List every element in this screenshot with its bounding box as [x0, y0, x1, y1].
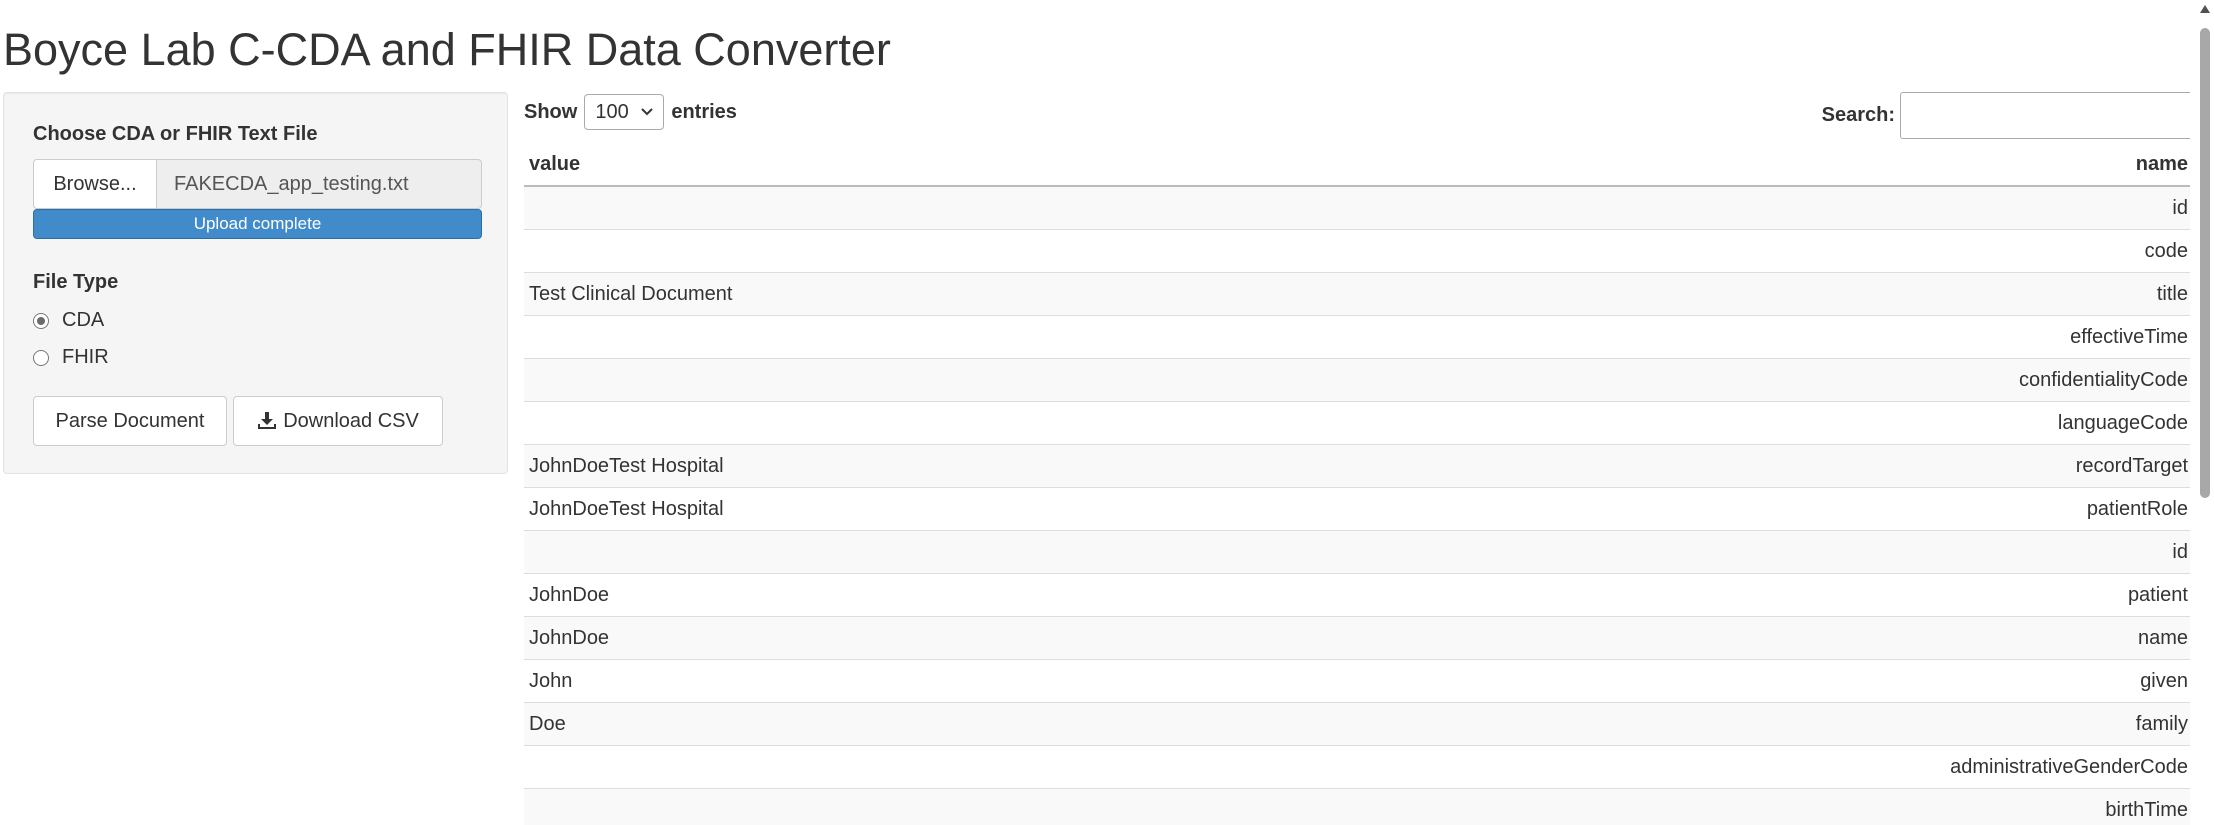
- page-scrollbar[interactable]: [2196, 0, 2214, 825]
- table-row: id: [524, 531, 2190, 574]
- chevron-down-icon: [641, 108, 654, 116]
- cell-value: John: [529, 669, 573, 692]
- table-row: JohnDoeTest Hospital patientRole: [524, 488, 2190, 531]
- cell-value: JohnDoeTest Hospital: [529, 497, 724, 520]
- search-label: Search:: [1821, 104, 1895, 126]
- entries-select-value: 100: [595, 100, 629, 123]
- cell-value: JohnDoeTest Hospital: [529, 454, 724, 477]
- cell-name: id: [2172, 196, 2188, 219]
- cell-name: confidentialityCode: [2019, 368, 2188, 391]
- cell-value: Doe: [529, 712, 566, 735]
- file-input-group: Browse... FAKECDA_app_testing.txt: [33, 159, 482, 209]
- file-input-label: Choose CDA or FHIR Text File: [33, 123, 318, 145]
- table-row: confidentialityCode: [524, 359, 2190, 402]
- table-row: effectiveTime: [524, 316, 2190, 359]
- radio-option-fhir[interactable]: FHIR: [33, 346, 109, 369]
- table-row: JohnDoe patient: [524, 574, 2190, 617]
- cell-value: JohnDoe: [529, 583, 610, 606]
- table-row: Doe family: [524, 703, 2190, 746]
- parse-document-label: Parse Document: [55, 409, 205, 432]
- table-row: Test Clinical Document title: [524, 273, 2190, 316]
- cell-name: languageCode: [2057, 411, 2188, 434]
- page-title: Boyce Lab C-CDA and FHIR Data Converter: [3, 24, 891, 75]
- cell-name: code: [2144, 239, 2188, 262]
- cell-name: administrativeGenderCode: [1950, 755, 2188, 778]
- table-header: value name: [524, 144, 2190, 187]
- radio-option-cda[interactable]: CDA: [33, 309, 104, 332]
- upload-status: Upload complete: [193, 214, 322, 233]
- file-type-label: File Type: [33, 271, 119, 293]
- table-search: Search:: [1822, 92, 2190, 139]
- column-header-value[interactable]: value: [529, 153, 580, 176]
- entries-length-control: Show 100 entries: [524, 94, 737, 130]
- table-row: code: [524, 230, 2190, 273]
- cell-name: patient: [2127, 583, 2188, 606]
- sidebar-panel: Choose CDA or FHIR Text File Browse... F…: [3, 92, 508, 474]
- parse-document-button[interactable]: Parse Document: [33, 396, 227, 446]
- cell-name: name: [2137, 626, 2188, 649]
- table-row: JohnDoeTest Hospital recordTarget: [524, 445, 2190, 488]
- download-csv-label: Download CSV: [283, 409, 419, 432]
- table-row: administrativeGenderCode: [524, 746, 2190, 789]
- entries-label: entries: [671, 100, 737, 123]
- table-row: John given: [524, 660, 2190, 703]
- cell-name: birthTime: [2105, 798, 2188, 821]
- file-name-field: FAKECDA_app_testing.txt: [157, 159, 482, 209]
- cell-name: patientRole: [2086, 497, 2188, 520]
- column-header-name[interactable]: name: [2136, 153, 2188, 176]
- radio-cda-label: CDA: [62, 309, 105, 331]
- cell-name: id: [2172, 540, 2188, 563]
- upload-progress-bar: Upload complete: [33, 209, 482, 239]
- data-table: value name id code Test Clinical Document t…: [524, 144, 2190, 825]
- cell-name: title: [2156, 282, 2188, 305]
- show-label: Show: [524, 100, 578, 123]
- table-row: languageCode: [524, 402, 2190, 445]
- table-row: id: [524, 187, 2190, 230]
- browse-button[interactable]: Browse...: [33, 159, 157, 209]
- download-icon: [258, 412, 277, 429]
- cell-name: given: [2140, 669, 2188, 692]
- table-body: id code Test Clinical Document title effecti…: [524, 187, 2190, 825]
- app-page: Boyce Lab C-CDA and FHIR Data Converter …: [0, 0, 2214, 825]
- scroll-up-arrow-icon[interactable]: [2199, 4, 2211, 14]
- entries-select[interactable]: 100: [584, 94, 665, 130]
- cell-name: effectiveTime: [2070, 325, 2188, 348]
- radio-fhir-label: FHIR: [62, 346, 109, 368]
- cell-name: family: [2135, 712, 2188, 735]
- radio-cda[interactable]: [33, 312, 49, 329]
- cell-value: JohnDoe: [529, 626, 610, 649]
- scrollbar-thumb[interactable]: [2200, 28, 2210, 498]
- table-row: JohnDoe name: [524, 617, 2190, 660]
- search-input[interactable]: [1900, 92, 2190, 139]
- table-row: birthTime: [524, 789, 2190, 825]
- cell-name: recordTarget: [2075, 454, 2188, 477]
- download-csv-button[interactable]: Download CSV: [233, 396, 443, 446]
- cell-value: Test Clinical Document: [529, 282, 733, 305]
- radio-fhir[interactable]: [33, 349, 49, 366]
